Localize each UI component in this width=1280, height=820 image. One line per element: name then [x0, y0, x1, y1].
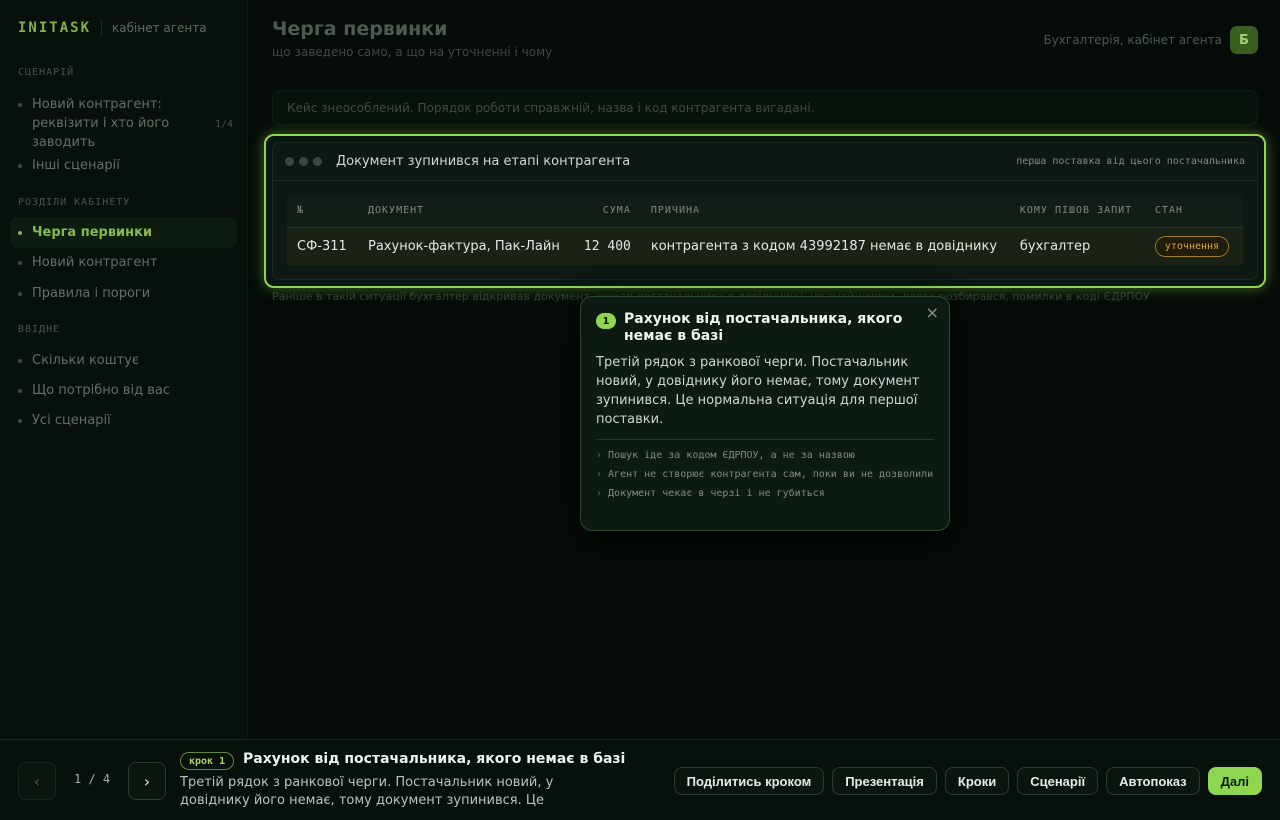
sidebar: INITASK кабінет агента СЦЕНАРІЙ Новий ко… [0, 0, 248, 740]
sidebar-item-label: Новий контрагент: реквізити і хто його з… [32, 97, 170, 150]
popover-body: Третій рядок з ранкової черги. Постачаль… [596, 355, 920, 427]
bullet-icon [18, 359, 22, 363]
bullet-icon [18, 231, 22, 235]
table-header-row: № ДОКУМЕНТ СУМА ПРИЧИНА КОМУ ПІШОВ ЗАПИТ… [287, 195, 1243, 228]
column-header-sum: СУМА [569, 195, 641, 228]
list-item: › Пошук іде за кодом ЄДРПОУ, а не за назв… [596, 448, 934, 463]
point-text: Документ чекає в черзі і не губиться [608, 488, 825, 499]
sidebar-item-label: Інші сценарії [32, 158, 120, 173]
account-context-label: Бухгалтерія, кабінет агента [1043, 33, 1222, 47]
column-header-reason: ПРИЧИНА [640, 195, 1010, 228]
chevron-right-icon: › [596, 469, 603, 480]
scenarios-button[interactable]: Сценарії [1017, 767, 1099, 795]
page-subtitle: що заведено само, а що на уточненні і чо… [272, 45, 553, 59]
point-text: Пошук іде за кодом ЄДРПОУ, а не за назво… [608, 450, 855, 461]
sidebar-item-label: Правила і пороги [32, 286, 151, 301]
cell-reason: контрагента з кодом 43992187 немає в дов… [640, 227, 1010, 265]
card-header: Документ зупинився на етапі контрагента … [273, 143, 1257, 181]
section-label-sections: РОЗДІЛИ КАБІНЕТУ [18, 197, 131, 208]
bullet-icon [18, 419, 22, 423]
sidebar-item-other-scenarios[interactable]: Інші сценарії [18, 156, 233, 175]
presentation-button[interactable]: Презентація [832, 767, 937, 795]
sidebar-item-label: Скільки коштує [32, 353, 140, 368]
card-title: Документ зупинився на етапі контрагента [336, 154, 631, 169]
page-title: Черга первинки [272, 18, 448, 40]
table-row[interactable]: СФ-311 Рахунок-фактура, Пак-Лайн 12 400 … [287, 227, 1243, 265]
card-note: перша поставка від цього постачальника [1016, 156, 1245, 167]
tour-actions: Поділитись кроком Презентація Кроки Сцен… [673, 767, 1262, 795]
chevron-right-icon: › [596, 450, 603, 461]
account-context[interactable]: Бухгалтерія, кабінет агента Б [1043, 26, 1258, 54]
avatar[interactable]: Б [1230, 26, 1258, 54]
popover-points: › Пошук іде за кодом ЄДРПОУ, а не за назв… [596, 448, 934, 501]
bullet-icon [18, 164, 22, 168]
chevron-left-icon: ‹ [33, 771, 41, 791]
sidebar-item-queue[interactable]: Черга первинки [10, 217, 237, 248]
window-dot-icon [285, 157, 294, 166]
step-tag-label: крок [189, 755, 214, 767]
step-title: Рахунок від постачальника, якого немає в… [243, 751, 626, 767]
sidebar-item-requirements[interactable]: Що потрібно від вас [18, 381, 233, 400]
sidebar-item-all-scenarios[interactable]: Усі сценарії [18, 411, 233, 430]
step-tag-number: 1 [219, 755, 226, 767]
cell-status: уточнення [1144, 227, 1243, 265]
sidebar-item-label: Черга первинки [32, 225, 153, 240]
queue-table: № ДОКУМЕНТ СУМА ПРИЧИНА КОМУ ПІШОВ ЗАПИТ… [287, 195, 1243, 265]
step-tag: крок 1 [180, 752, 235, 770]
cell-document-number: СФ-311 [287, 227, 358, 265]
chevron-right-icon: › [596, 488, 603, 499]
cell-document-name: Рахунок-фактура, Пак-Лайн [358, 227, 570, 265]
popover-title: Рахунок від постачальника, якого немає в… [624, 311, 903, 344]
column-header-recipient: КОМУ ПІШОВ ЗАПИТ [1009, 195, 1145, 228]
sidebar-item-new-contractor[interactable]: Новий контрагент [18, 253, 233, 272]
column-header-document: ДОКУМЕНТ [358, 195, 570, 228]
brand-logo[interactable]: INITASK [18, 20, 91, 36]
brand-divider [101, 20, 103, 36]
scenario-progress-count: 1/4 [214, 119, 233, 130]
disclaimer-notice: Кейс знеособлений. Порядок роботи справж… [272, 90, 1258, 126]
sidebar-item-rules[interactable]: Правила і пороги [18, 284, 233, 303]
next-step-arrow-button[interactable]: › [128, 762, 166, 800]
status-badge: уточнення [1154, 235, 1230, 257]
stopped-document-card: Документ зупинився на етапі контрагента … [272, 142, 1258, 280]
section-label-intro: ВВІДНЕ [18, 324, 61, 335]
step-number-badge: 1 [596, 313, 616, 329]
column-header-status: СТАН [1144, 195, 1243, 228]
sidebar-item-label: Що потрібно від вас [32, 383, 170, 398]
tour-popover: × 1 Рахунок від постачальника, якого нем… [580, 296, 950, 531]
popover-divider [596, 439, 934, 440]
point-text: Агент не створює контрагента сам, поки в… [608, 469, 934, 480]
column-header-number: № [287, 195, 358, 228]
brand-subtitle: кабінет агента [112, 21, 207, 35]
popover-header: 1 Рахунок від постачальника, якого немає… [596, 311, 934, 345]
step-pager: 1 / 4 [74, 772, 111, 786]
app-root: INITASK кабінет агента СЦЕНАРІЙ Новий ко… [0, 0, 1280, 820]
share-step-button[interactable]: Поділитись кроком [673, 767, 825, 795]
next-button[interactable]: Далі [1207, 767, 1262, 795]
tour-highlight-frame: Документ зупинився на етапі контрагента … [264, 134, 1266, 288]
bullet-icon [18, 389, 22, 393]
cell-sum: 12 400 [569, 227, 641, 265]
bullet-icon [18, 261, 22, 265]
sidebar-item-label: Усі сценарії [32, 413, 111, 428]
previous-step-button[interactable]: ‹ [18, 762, 56, 800]
window-dot-icon [313, 157, 322, 166]
step-description: Третій рядок з ранкової черги. Постачаль… [180, 775, 554, 808]
steps-button[interactable]: Кроки [944, 767, 1010, 795]
window-dot-icon [299, 157, 308, 166]
chevron-right-icon: › [143, 771, 151, 791]
list-item: › Агент не створює контрагента сам, поки … [596, 467, 934, 482]
sidebar-item-new-contractor-scenario[interactable]: Новий контрагент: реквізити і хто його з… [18, 95, 233, 152]
sidebar-item-pricing[interactable]: Скільки коштує [18, 351, 233, 370]
bullet-icon [18, 103, 22, 107]
tour-bottom-bar: ‹ 1 / 4 › крок 1 Рахунок від постачальни… [0, 739, 1280, 820]
sidebar-item-label: Новий контрагент [32, 255, 158, 270]
brand: INITASK кабінет агента [18, 20, 207, 36]
autoplay-button[interactable]: Автопоказ [1106, 767, 1200, 795]
section-label-scenario: СЦЕНАРІЙ [18, 67, 75, 78]
cell-recipient: бухгалтер [1009, 227, 1145, 265]
list-item: › Документ чекає в черзі і не губиться [596, 486, 934, 501]
close-icon[interactable]: × [926, 303, 939, 322]
bullet-icon [18, 292, 22, 296]
